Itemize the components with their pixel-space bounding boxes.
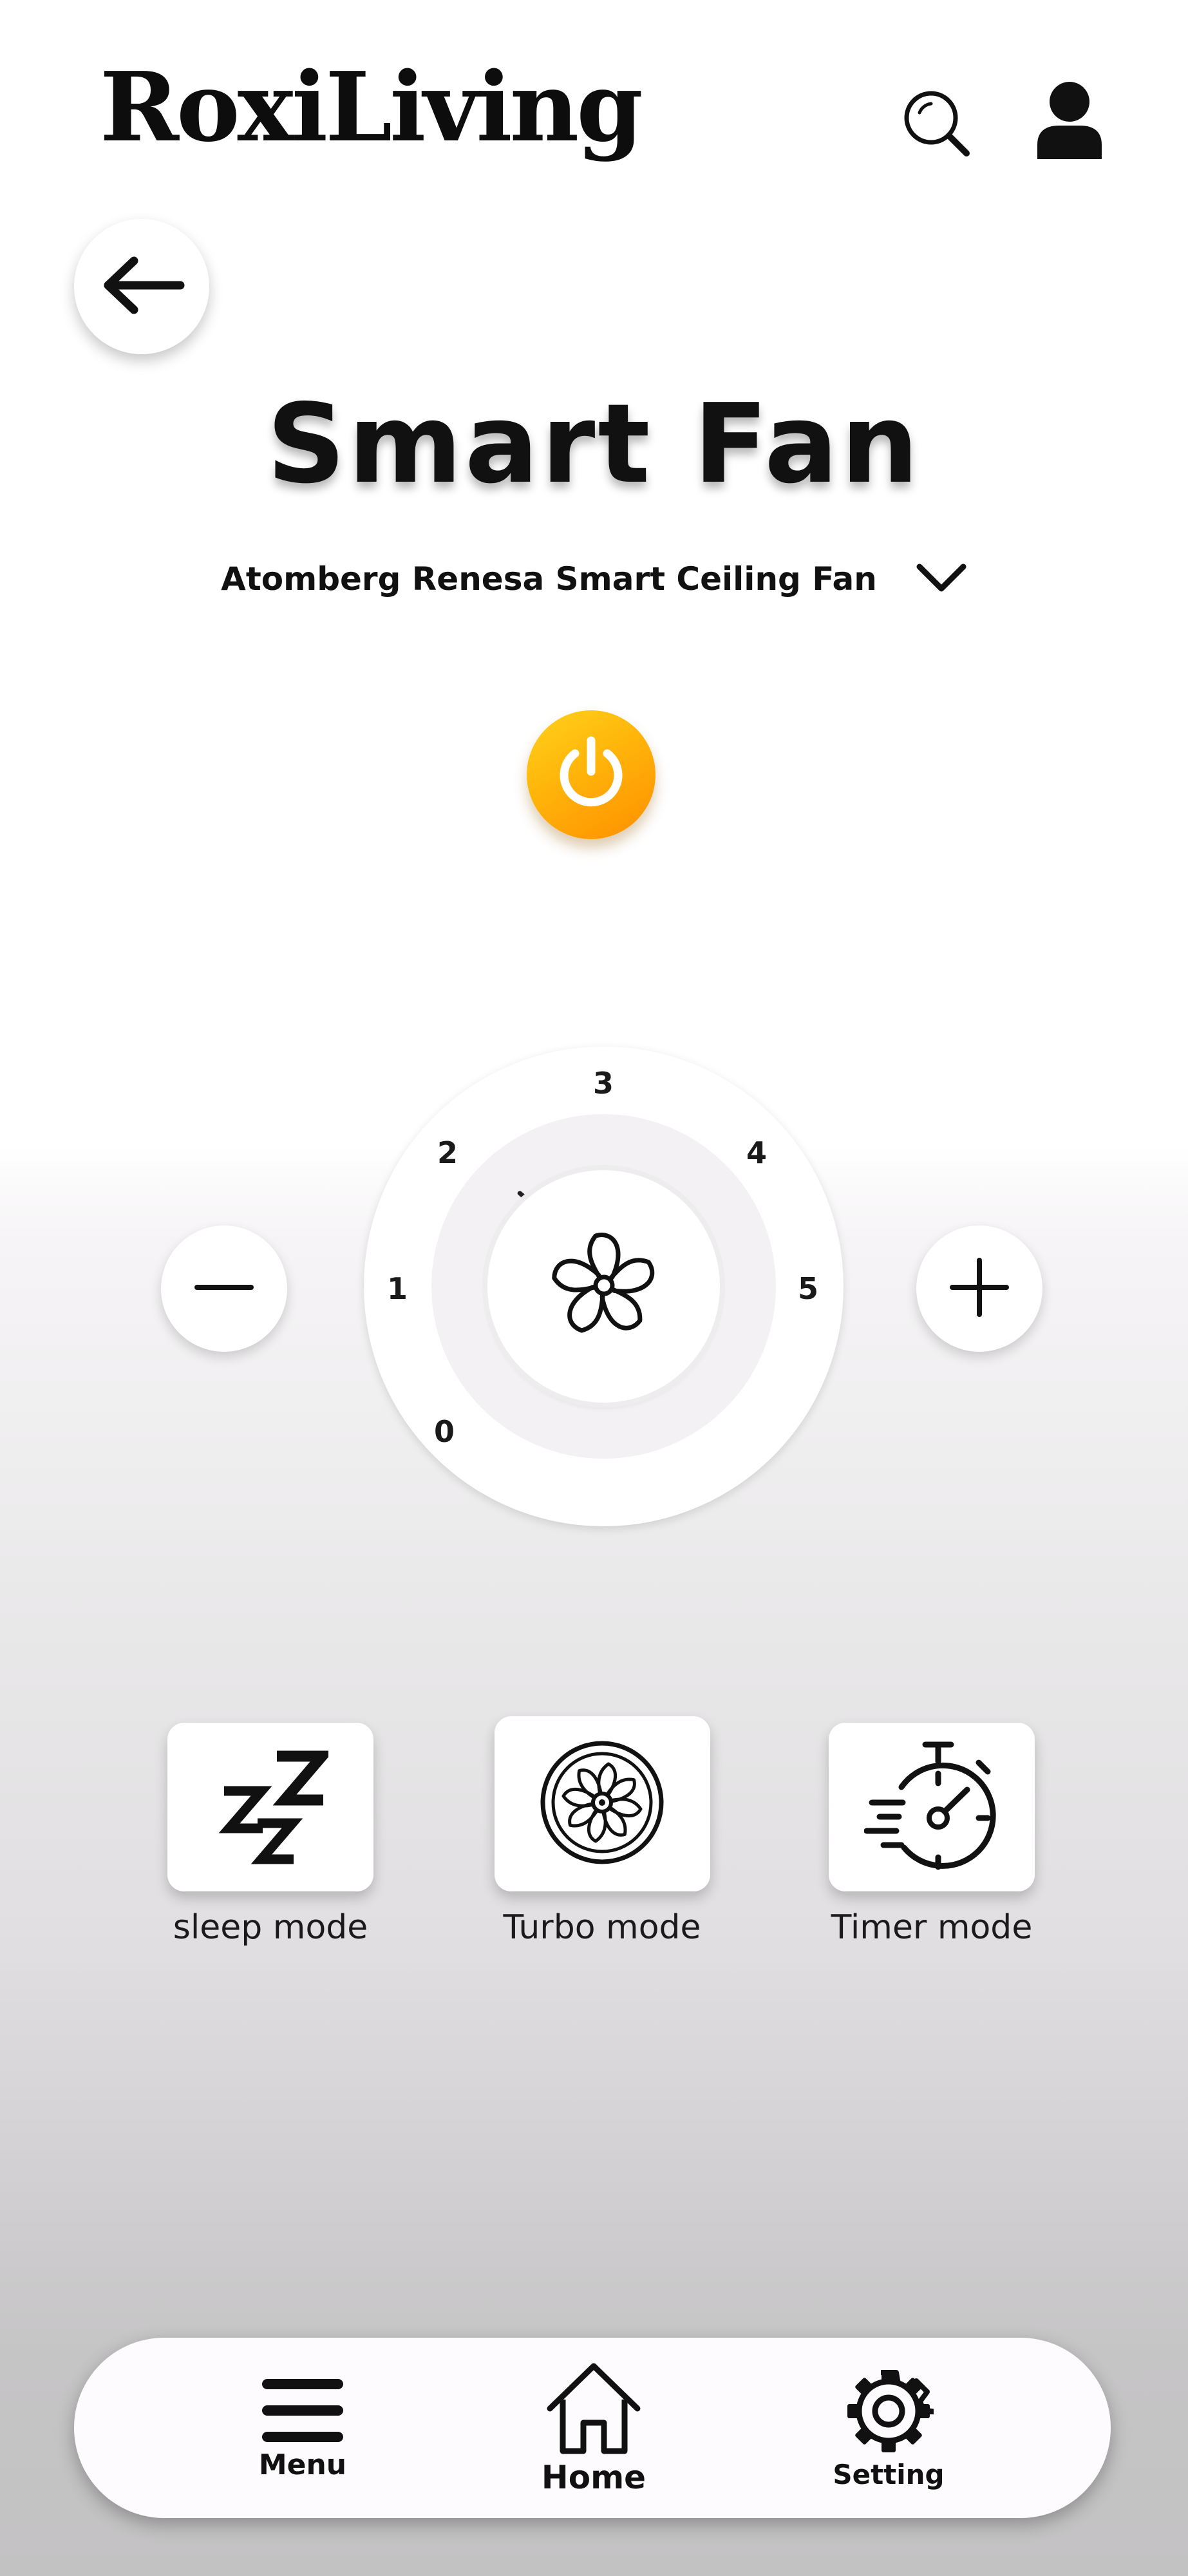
dial-knob[interactable] [487,1170,720,1403]
bottom-navigation: Menu Home Setting [74,2338,1111,2518]
back-button[interactable] [74,219,209,354]
speed-label-1[interactable]: 1 [372,1269,423,1308]
nav-label-menu: Menu [258,2448,347,2481]
increase-speed-button[interactable] [916,1226,1042,1352]
hamburger-menu-icon [261,2375,344,2448]
turbo-fan-icon [538,1738,666,1870]
nav-item-home[interactable]: Home [510,2338,677,2518]
speed-dial[interactable]: 0 1 2 3 4 5 [364,1046,844,1526]
power-button[interactable] [527,710,655,839]
speed-label-4[interactable]: 4 [731,1133,782,1172]
stopwatch-icon [863,1738,999,1876]
speed-label-2[interactable]: 2 [422,1133,473,1172]
nav-label-setting: Setting [833,2458,945,2490]
gear-icon [844,2366,938,2459]
fan-icon [536,1218,672,1356]
timer-mode-button[interactable]: Timer mode [822,1723,1041,1947]
device-name: Atomberg Renesa Smart Ceiling Fan [221,560,877,598]
speed-label-3[interactable]: 3 [578,1064,629,1103]
power-icon [549,732,633,818]
home-icon [542,2360,645,2459]
device-dropdown[interactable]: Atomberg Renesa Smart Ceiling Fan [0,560,1188,598]
chevron-down-icon [916,562,967,596]
timer-mode-label: Timer mode [831,1908,1033,1947]
speed-label-0[interactable]: 0 [419,1412,470,1451]
nav-label-home: Home [541,2459,646,2496]
minus-icon [192,1281,256,1296]
sleep-mode-label: sleep mode [173,1908,368,1947]
sleep-zzz-icon [212,1745,334,1870]
search-icon[interactable] [900,87,974,161]
turbo-mode-button[interactable]: Turbo mode [493,1716,712,1947]
decrease-speed-button[interactable] [161,1226,287,1352]
nav-item-setting[interactable]: Setting [805,2338,972,2518]
sleep-mode-card[interactable] [167,1723,373,1891]
sleep-mode-button[interactable]: sleep mode [161,1723,380,1947]
plus-icon [947,1255,1012,1322]
timer-mode-card[interactable] [829,1723,1035,1891]
speed-label-5[interactable]: 5 [782,1269,834,1308]
arrow-left-icon [97,253,187,320]
nav-item-menu[interactable]: Menu [219,2338,386,2518]
turbo-mode-label: Turbo mode [503,1908,701,1947]
brand-logo: RoxiLiving [100,51,643,163]
turbo-mode-card[interactable] [494,1716,710,1891]
page-title: Smart Fan [267,381,921,508]
user-icon[interactable] [1033,80,1106,161]
